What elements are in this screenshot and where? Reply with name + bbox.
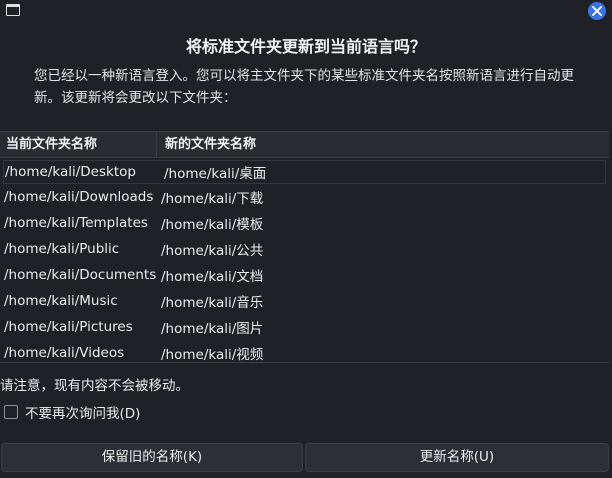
update-names-button[interactable]: 更新名称(U) (305, 443, 609, 472)
new-folder-cell: /home/kali/公共 (161, 243, 264, 259)
new-folder-cell: /home/kali/下载 (161, 191, 264, 207)
new-folder-cell: /home/kali/文档 (161, 269, 264, 285)
dialog-window: 将标准文件夹更新到当前语言吗？ 您已经以一种新语言登入。您可以将主文件夹下的某些… (0, 0, 612, 478)
table-row[interactable]: /home/kali/Videos /home/kali/视频 (0, 340, 609, 366)
new-folder-cell: /home/kali/桌面 (164, 166, 267, 182)
table-header: 当前文件夹名称 新的文件夹名称 (0, 132, 609, 158)
table-body: /home/kali/Desktop /home/kali/桌面 /home/k… (0, 158, 609, 366)
current-folder-cell: /home/kali/Desktop (5, 164, 136, 180)
window-icon (6, 4, 20, 16)
notice-text: 请注意，现有内容不会被移动。 (0, 378, 189, 394)
folder-table: 当前文件夹名称 新的文件夹名称 /home/kali/Desktop /home… (0, 131, 609, 363)
keep-old-names-button[interactable]: 保留旧的名称(K) (1, 443, 303, 472)
dont-ask-checkbox[interactable] (4, 405, 18, 419)
table-row[interactable]: /home/kali/Downloads /home/kali/下载 (0, 184, 609, 210)
current-folder-cell: /home/kali/Documents (4, 267, 157, 283)
close-icon (592, 6, 602, 16)
table-row[interactable]: /home/kali/Pictures /home/kali/图片 (0, 314, 609, 340)
title-bar (0, 0, 612, 24)
new-folder-cell: /home/kali/图片 (161, 321, 264, 337)
table-row[interactable]: /home/kali/Public /home/kali/公共 (0, 236, 609, 262)
current-folder-cell: /home/kali/Templates (4, 215, 148, 231)
column-header-new[interactable]: 新的文件夹名称 (157, 132, 609, 158)
current-folder-cell: /home/kali/Pictures (4, 319, 133, 335)
current-folder-cell: /home/kali/Videos (4, 345, 125, 361)
current-folder-cell: /home/kali/Music (4, 293, 118, 309)
table-row[interactable]: /home/kali/Desktop /home/kali/桌面 (3, 160, 606, 184)
new-folder-cell: /home/kali/音乐 (161, 295, 264, 311)
table-row[interactable]: /home/kali/Documents /home/kali/文档 (0, 262, 609, 288)
new-folder-cell: /home/kali/模板 (161, 217, 264, 233)
close-button[interactable] (588, 2, 606, 20)
dont-ask-option[interactable]: 不要再次询问我(D) (4, 402, 140, 422)
dialog-heading: 将标准文件夹更新到当前语言吗？ (185, 37, 426, 56)
dialog-description: 您已经以一种新语言登入。您可以将主文件夹下的某些标准文件夹名按照新语言进行自动更… (34, 68, 574, 106)
dont-ask-label[interactable]: 不要再次询问我(D) (25, 402, 140, 422)
table-row[interactable]: /home/kali/Templates /home/kali/模板 (0, 210, 609, 236)
new-folder-cell: /home/kali/视频 (161, 347, 264, 363)
current-folder-cell: /home/kali/Downloads (4, 189, 154, 205)
current-folder-cell: /home/kali/Public (4, 241, 120, 257)
table-row[interactable]: /home/kali/Music /home/kali/音乐 (0, 288, 609, 314)
column-header-current[interactable]: 当前文件夹名称 (0, 132, 157, 158)
